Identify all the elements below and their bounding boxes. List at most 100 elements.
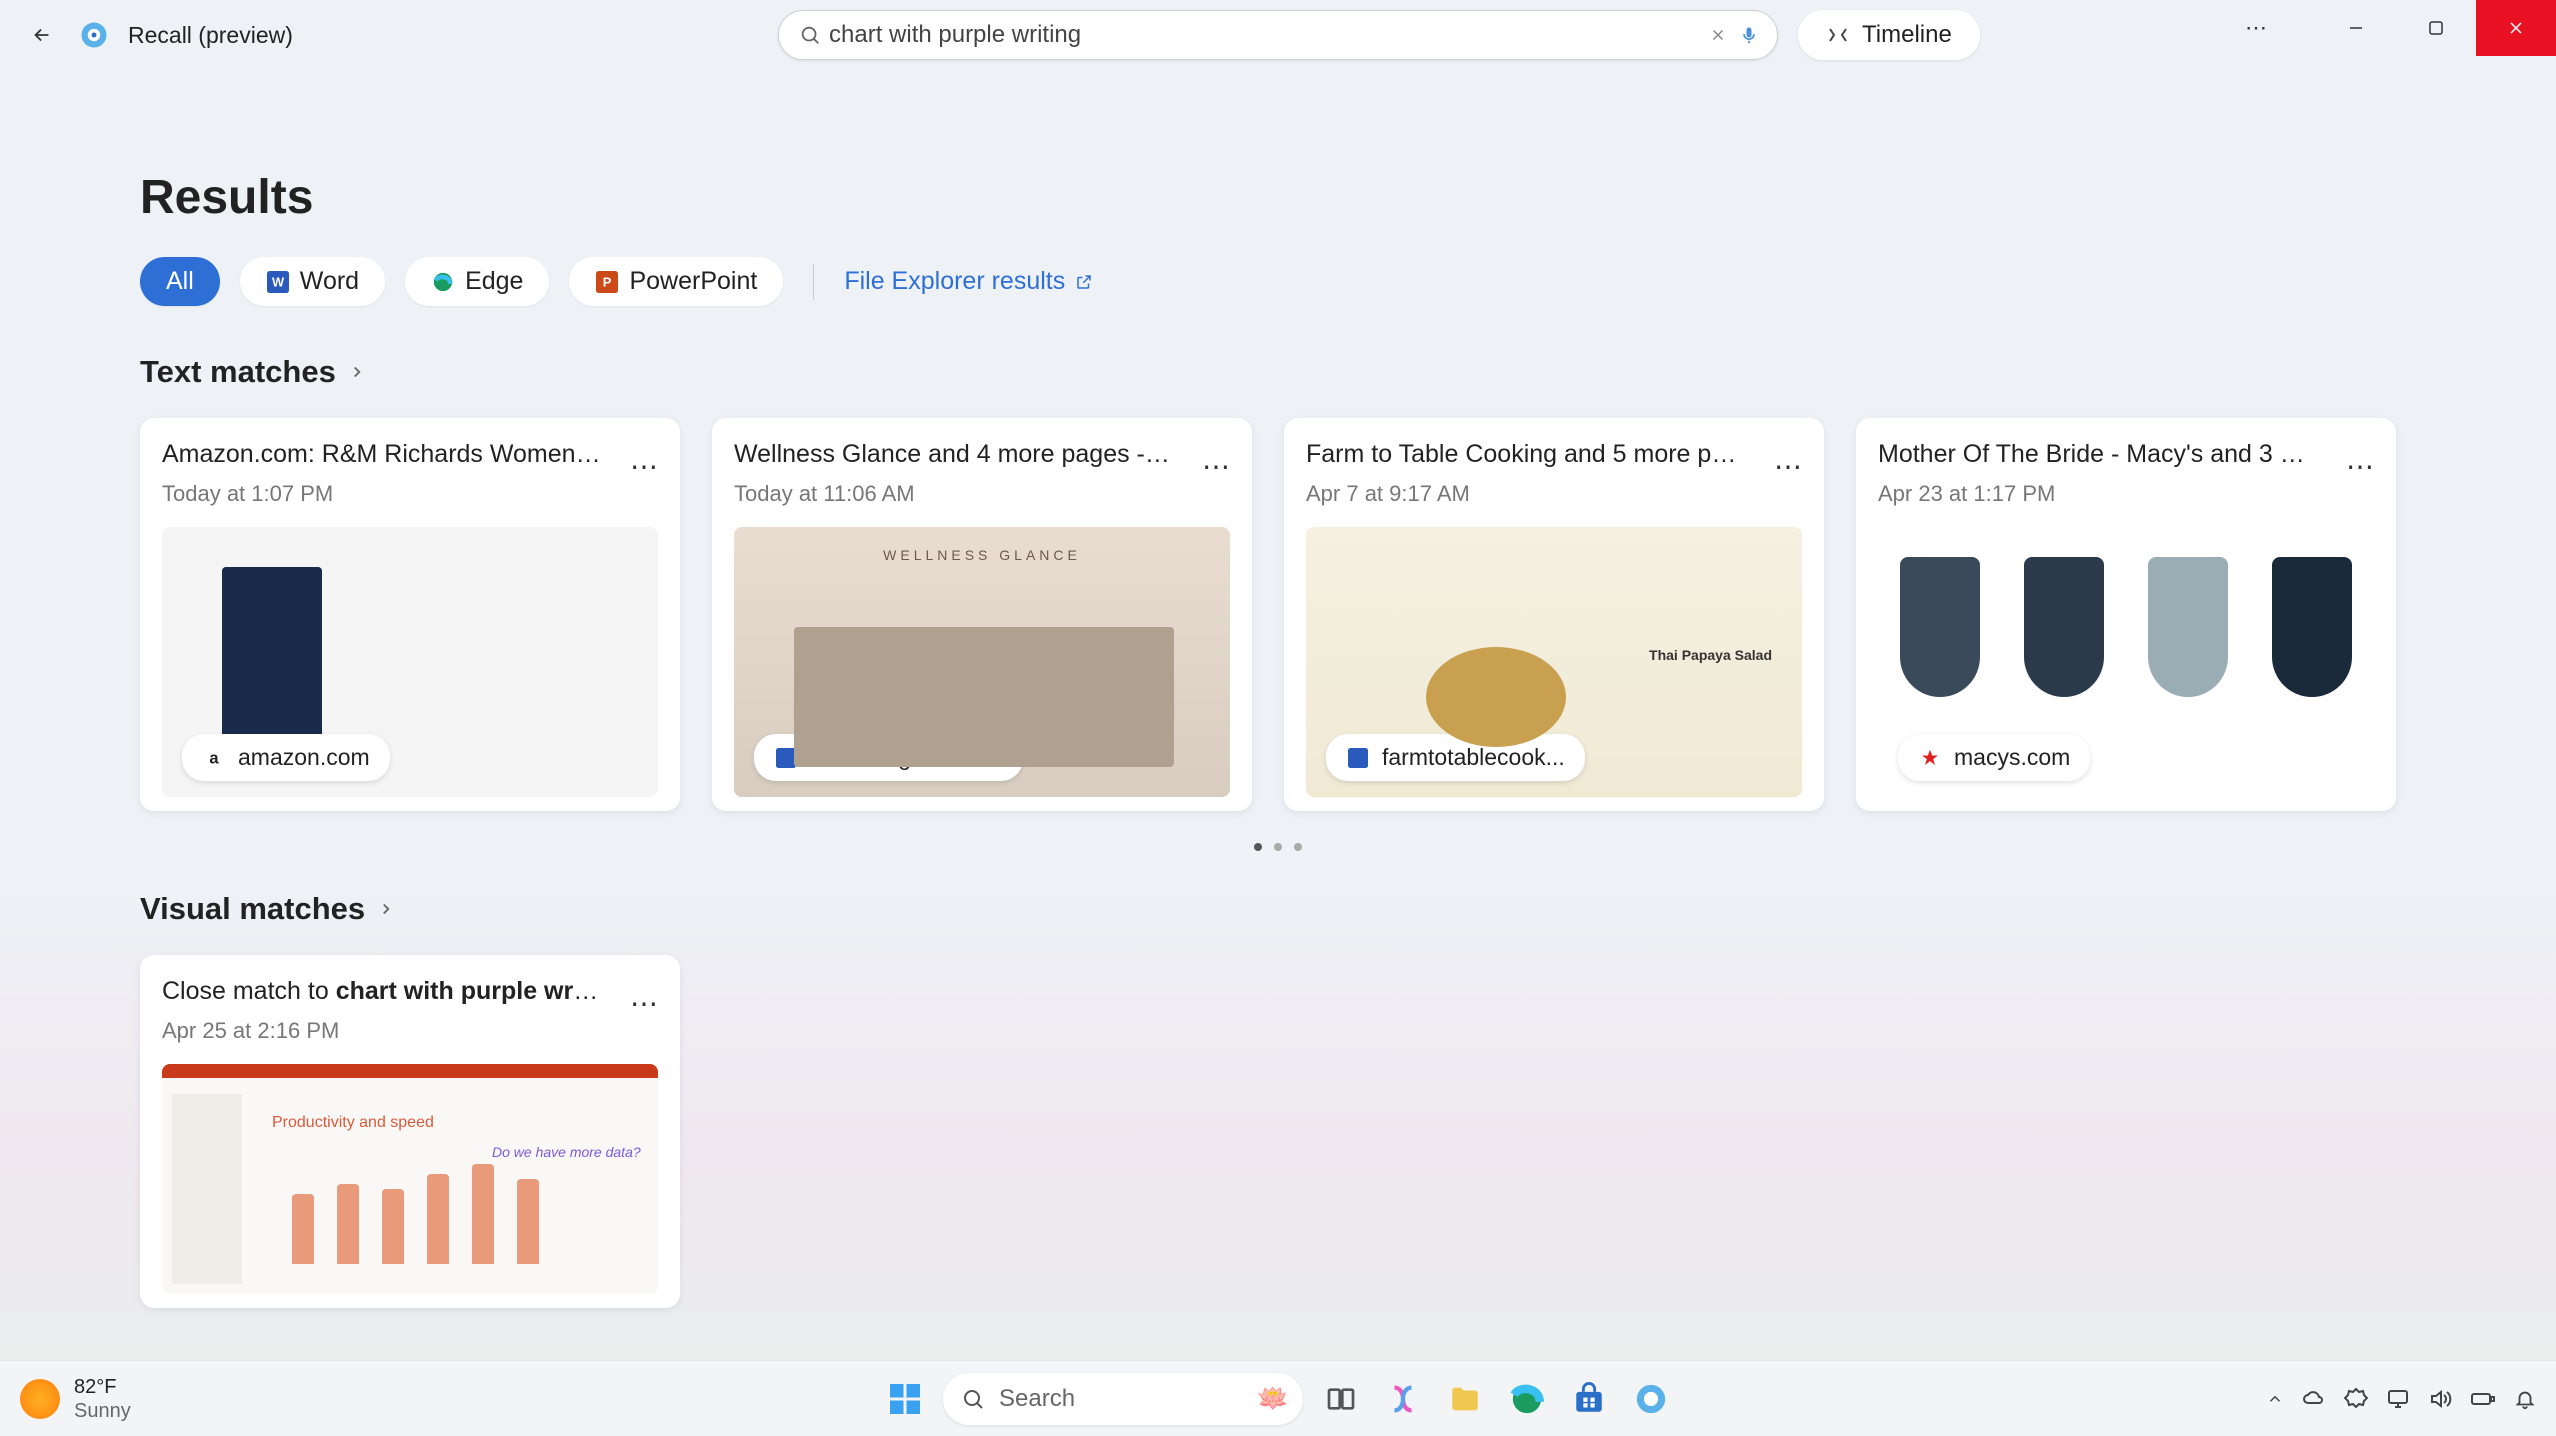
search-bar[interactable]	[778, 10, 1778, 60]
dress-thumb	[1900, 557, 1980, 697]
card-more-button[interactable]: ⋯	[1202, 450, 1232, 483]
taskbar-app-taskview[interactable]	[1317, 1375, 1365, 1423]
card-date: Apr 7 at 9:17 AM	[1306, 481, 1802, 507]
taskbar-weather[interactable]: 82°F Sunny	[20, 1375, 131, 1423]
taskbar-search[interactable]: Search 🪷	[943, 1373, 1303, 1425]
card-more-button[interactable]: ⋯	[2346, 450, 2376, 483]
filter-word[interactable]: W Word	[240, 257, 385, 306]
edge-favicon-icon	[774, 746, 798, 770]
card-date: Today at 11:06 AM	[734, 481, 1230, 507]
card-thumbnail: WELLNESS GLANCE wellnessglance.c...	[734, 527, 1230, 797]
search-input[interactable]	[829, 21, 1703, 49]
svg-text:P: P	[603, 274, 612, 289]
tray-volume-icon[interactable]	[2428, 1387, 2452, 1411]
visual-matches-header[interactable]: Visual matches	[140, 891, 2416, 927]
carousel-dot[interactable]	[1294, 843, 1302, 851]
filter-all[interactable]: All	[140, 257, 220, 306]
card-title-prefix: Close match to	[162, 977, 336, 1005]
start-button[interactable]	[881, 1375, 929, 1423]
timeline-icon	[1826, 25, 1850, 45]
result-card-farm[interactable]: Farm to Table Cooking and 5 more page...…	[1284, 418, 1824, 811]
card-more-button[interactable]: ⋯	[1774, 450, 1804, 483]
tray-display-icon[interactable]	[2386, 1387, 2410, 1411]
tray-battery-icon[interactable]	[2470, 1387, 2496, 1411]
taskbar-center: Search 🪷	[881, 1373, 1675, 1425]
result-card-amazon[interactable]: Amazon.com: R&M Richards Women's P... To…	[140, 418, 680, 811]
recall-app-icon	[76, 17, 112, 53]
result-card-macys[interactable]: Mother Of The Bride - Macy's and 3 mor..…	[1856, 418, 2396, 811]
card-title: Close match to chart with purple writing	[162, 977, 602, 1006]
thumb-text: WELLNESS GLANCE	[883, 547, 1081, 563]
card-title: Amazon.com: R&M Richards Women's P...	[162, 440, 602, 469]
tray-settings-icon[interactable]	[2344, 1387, 2368, 1411]
visual-matches-row: Close match to chart with purple writing…	[140, 955, 2416, 1308]
text-matches-header[interactable]: Text matches	[140, 354, 2416, 390]
content-area: Results All W Word Edge P PowerPoint Fil…	[0, 70, 2556, 1308]
filter-edge[interactable]: Edge	[405, 257, 549, 306]
file-explorer-results-link[interactable]: File Explorer results	[844, 267, 1093, 296]
site-label: amazon.com	[238, 744, 370, 771]
dress-thumb	[2148, 557, 2228, 697]
carousel-dot[interactable]	[1254, 843, 1262, 851]
chevron-right-icon	[348, 363, 366, 381]
ppt-slide-title: Productivity and speed	[272, 1114, 434, 1132]
card-thumbnail: Thai Papaya Salad farmtotablecook...	[1306, 527, 1802, 797]
taskbar-app-copilot[interactable]	[1379, 1375, 1427, 1423]
filter-divider	[813, 264, 814, 300]
macys-favicon-icon	[1918, 746, 1942, 770]
site-label: macys.com	[1954, 744, 2070, 771]
powerpoint-icon: P	[595, 270, 619, 294]
result-card-wellness[interactable]: Wellness Glance and 4 more pages - Per..…	[712, 418, 1252, 811]
svg-text:W: W	[272, 274, 285, 289]
card-date: Apr 25 at 2:16 PM	[162, 1018, 658, 1044]
search-icon	[961, 1387, 985, 1411]
timeline-button[interactable]: Timeline	[1798, 10, 1980, 60]
card-title-query: chart with purple writing	[336, 977, 602, 1005]
maximize-button[interactable]	[2396, 0, 2476, 56]
result-card-visual-match[interactable]: Close match to chart with purple writing…	[140, 955, 680, 1308]
tray-chevron-icon[interactable]	[2266, 1390, 2284, 1408]
more-options-button[interactable]: ⋯	[2216, 0, 2296, 56]
carousel-dot[interactable]	[1274, 843, 1282, 851]
clear-search-icon[interactable]	[1709, 26, 1727, 44]
taskbar-app-store[interactable]	[1565, 1375, 1613, 1423]
close-button[interactable]	[2476, 0, 2556, 56]
text-matches-heading: Text matches	[140, 354, 336, 390]
card-more-button[interactable]: ⋯	[630, 987, 660, 1020]
back-button[interactable]	[24, 17, 60, 53]
file-explorer-link-label: File Explorer results	[844, 267, 1065, 296]
ppt-ribbon	[162, 1064, 658, 1078]
card-title: Mother Of The Bride - Macy's and 3 mor..…	[1878, 440, 2318, 469]
results-heading: Results	[140, 170, 2416, 225]
source-filters: All W Word Edge P PowerPoint File Explor…	[140, 257, 2416, 306]
tray-notifications-icon[interactable]	[2514, 1388, 2536, 1410]
site-label: wellnessglance.c...	[810, 744, 1003, 771]
site-badge: macys.com	[1898, 734, 2090, 781]
card-thumbnail: Productivity and speed Do we have more d…	[162, 1064, 658, 1294]
card-thumbnail: a amazon.com	[162, 527, 658, 797]
card-title: Wellness Glance and 4 more pages - Per..…	[734, 440, 1174, 469]
taskbar-app-edge[interactable]	[1503, 1375, 1551, 1423]
minimize-button[interactable]	[2316, 0, 2396, 56]
card-more-button[interactable]: ⋯	[630, 450, 660, 483]
taskbar: 82°F Sunny Search 🪷	[0, 1360, 2556, 1436]
site-badge: farmtotablecook...	[1326, 734, 1585, 781]
word-icon: W	[266, 270, 290, 294]
filter-powerpoint[interactable]: P PowerPoint	[569, 257, 783, 306]
filter-powerpoint-label: PowerPoint	[629, 267, 757, 296]
weather-condition: Sunny	[74, 1399, 131, 1423]
microphone-icon[interactable]	[1739, 25, 1759, 45]
ppt-annotation: Do we have more data?	[492, 1144, 641, 1160]
text-matches-row: Amazon.com: R&M Richards Women's P... To…	[140, 418, 2416, 811]
tray-onedrive-icon[interactable]	[2302, 1387, 2326, 1411]
taskbar-app-recall[interactable]	[1627, 1375, 1675, 1423]
card-title: Farm to Table Cooking and 5 more page...	[1306, 440, 1746, 469]
card-date: Today at 1:07 PM	[162, 481, 658, 507]
taskbar-app-explorer[interactable]	[1441, 1375, 1489, 1423]
system-tray	[2266, 1387, 2536, 1411]
taskbar-search-placeholder: Search	[999, 1385, 1075, 1413]
carousel-dots	[140, 843, 2416, 851]
site-badge: wellnessglance.c...	[754, 734, 1023, 781]
edge-icon	[431, 270, 455, 294]
amazon-favicon-icon: a	[202, 746, 226, 770]
